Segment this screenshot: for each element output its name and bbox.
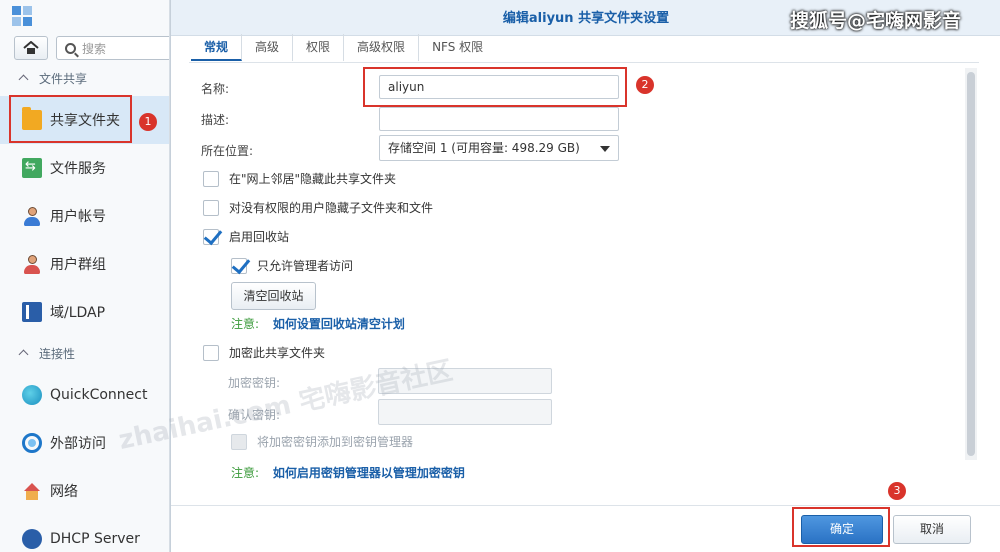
key-note: 注意: 如何启用密钥管理器以管理加密密钥 <box>231 464 465 481</box>
scrollbar[interactable] <box>965 68 977 460</box>
empty-recycle-bin-button[interactable]: 清空回收站 <box>231 282 316 310</box>
sidebar-item-group[interactable]: 用户群组 <box>0 240 169 288</box>
sidebar-item-user[interactable]: 用户帐号 <box>0 192 169 240</box>
hide-subfolders-label: 对没有权限的用户隐藏子文件夹和文件 <box>229 201 434 215</box>
note-prefix: 注意: <box>231 317 260 331</box>
hide-subfolders-option[interactable]: 对没有权限的用户隐藏子文件夹和文件 <box>203 199 433 216</box>
tab-bar: 常规 高级 权限 高级权限 NFS 权限 <box>191 34 496 62</box>
sidebar-item-quickconnect[interactable]: QuickConnect <box>0 371 169 419</box>
sidebar-item-dhcp[interactable]: DHCP Server <box>0 515 169 552</box>
tab-general[interactable]: 常规 <box>191 34 243 61</box>
location-select[interactable]: 存储空间 1 (可用容量: 498.29 GB) <box>379 135 619 161</box>
location-value: 存储空间 1 (可用容量: 498.29 GB) <box>388 141 580 155</box>
sidebar-item-label: 网络 <box>50 484 78 500</box>
search-input[interactable]: 搜索 <box>56 36 169 60</box>
quickconnect-icon <box>22 385 42 405</box>
sidebar-item-network[interactable]: 网络 <box>0 467 169 515</box>
section-file-sharing[interactable]: 文件共享 <box>0 67 169 89</box>
hide-network-label: 在"网上邻居"隐藏此共享文件夹 <box>229 172 397 186</box>
footer-divider <box>171 505 1000 506</box>
name-label: 名称: <box>201 82 230 96</box>
recycle-bin-checkbox[interactable] <box>203 228 219 245</box>
tab-advanced[interactable]: 高级 <box>242 34 294 61</box>
user-icon <box>22 206 42 226</box>
add-key-manager-label: 将加密密钥添加到密钥管理器 <box>257 435 414 449</box>
annotation-badge-3: 3 <box>888 482 906 500</box>
note-prefix: 注意: <box>231 466 260 480</box>
scrollbar-thumb[interactable] <box>967 72 975 456</box>
watermark-text: 搜狐号@宅嗨网影音 <box>790 10 962 32</box>
location-label: 所在位置: <box>201 144 254 158</box>
description-field[interactable] <box>379 107 619 131</box>
group-icon <box>22 254 42 274</box>
tab-advanced-permissions[interactable]: 高级权限 <box>344 34 420 61</box>
encrypt-checkbox[interactable] <box>203 344 219 361</box>
recycle-note: 注意: 如何设置回收站清空计划 <box>231 315 405 332</box>
home-button[interactable] <box>14 36 48 60</box>
annotation-box-1 <box>9 95 132 143</box>
sidebar-item-label: QuickConnect <box>50 387 148 403</box>
admin-only-label: 只允许管理者访问 <box>257 259 354 273</box>
add-key-manager-checkbox[interactable] <box>231 433 247 450</box>
dropdown-caret-icon <box>600 146 610 152</box>
add-key-manager-option[interactable]: 将加密密钥添加到密钥管理器 <box>231 433 413 450</box>
globe-icon <box>22 433 42 453</box>
network-icon <box>22 481 42 501</box>
key-manager-link[interactable]: 如何启用密钥管理器以管理加密密钥 <box>273 466 465 480</box>
tab-nfs-permissions[interactable]: NFS 权限 <box>419 34 496 61</box>
sidebar-item-label: 外部访问 <box>50 436 106 452</box>
annotation-badge-1: 1 <box>139 113 157 131</box>
admin-only-checkbox[interactable] <box>231 257 247 274</box>
search-placeholder: 搜索 <box>82 41 107 56</box>
section-connectivity[interactable]: 连接性 <box>0 342 169 364</box>
annotation-box-3 <box>792 507 890 547</box>
sidebar-item-label: 用户群组 <box>50 257 106 273</box>
sidebar-item-ldap[interactable]: 域/LDAP <box>0 288 169 336</box>
recycle-schedule-link[interactable]: 如何设置回收站清空计划 <box>273 317 405 331</box>
tab-divider <box>189 62 979 63</box>
tab-permissions[interactable]: 权限 <box>293 34 345 61</box>
recycle-bin-option[interactable]: 启用回收站 <box>203 228 289 245</box>
encrypt-label: 加密此共享文件夹 <box>229 346 326 360</box>
sidebar-item-label: DHCP Server <box>50 531 140 547</box>
hide-network-checkbox[interactable] <box>203 170 219 187</box>
sidebar-item-file-services[interactable]: 文件服务 <box>0 144 169 192</box>
domain-icon <box>22 302 42 322</box>
dhcp-icon <box>22 529 42 549</box>
sidebar-item-label: 用户帐号 <box>50 209 106 225</box>
section-label: 连接性 <box>39 346 76 361</box>
home-icon <box>23 41 39 54</box>
section-label: 文件共享 <box>39 71 88 86</box>
left-panel: 搜索 文件共享 共享文件夹 文件服务 用户帐号 用户群组 域/LDAP 连接性 … <box>0 0 170 552</box>
description-label: 描述: <box>201 113 230 127</box>
recycle-bin-label: 启用回收站 <box>229 230 290 244</box>
admin-only-option[interactable]: 只允许管理者访问 <box>231 257 353 274</box>
sidebar-item-label: 域/LDAP <box>50 305 106 321</box>
file-services-icon <box>22 158 42 178</box>
app-icon <box>12 6 32 26</box>
confirm-key-field[interactable] <box>378 399 552 425</box>
cancel-button[interactable]: 取消 <box>893 515 971 544</box>
hide-network-option[interactable]: 在"网上邻居"隐藏此共享文件夹 <box>203 170 396 187</box>
annotation-box-2 <box>363 67 627 107</box>
chevron-up-icon <box>18 74 29 85</box>
search-icon <box>65 42 76 54</box>
annotation-badge-2: 2 <box>636 76 654 94</box>
hide-subfolders-checkbox[interactable] <box>203 199 219 216</box>
chevron-up-icon <box>18 349 29 360</box>
sidebar-item-label: 文件服务 <box>50 161 106 177</box>
encrypt-option[interactable]: 加密此共享文件夹 <box>203 344 325 361</box>
